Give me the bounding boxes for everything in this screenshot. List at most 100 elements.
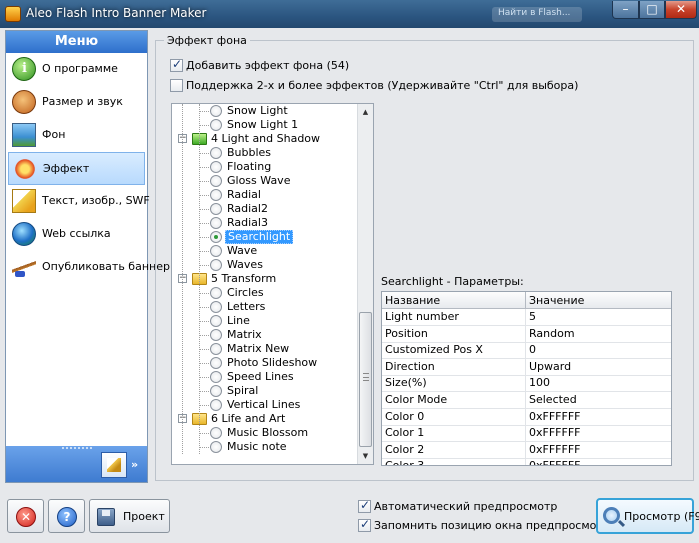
- effect-radio[interactable]: [210, 315, 222, 327]
- sidebar-item-2[interactable]: Размер и звук: [8, 86, 145, 119]
- effect-radio[interactable]: [210, 217, 222, 229]
- effect-tree[interactable]: Snow Light Snow Light 1−4 Light and Shado…: [171, 103, 374, 465]
- table-row[interactable]: Light number 5: [382, 309, 671, 326]
- tree-item-label: Line: [227, 314, 250, 327]
- param-value[interactable]: 0xFFFFFF: [526, 442, 671, 458]
- effect-radio[interactable]: [210, 175, 222, 187]
- table-row[interactable]: Direction Upward: [382, 358, 671, 376]
- multi-effect-checkbox-row[interactable]: Поддержка 2-х и более эффектов (Удержива…: [170, 79, 578, 95]
- param-value[interactable]: Selected: [526, 392, 671, 408]
- effect-radio[interactable]: [210, 399, 222, 411]
- multi-effect-checkbox[interactable]: [170, 79, 183, 92]
- param-value[interactable]: Random: [526, 326, 671, 342]
- effect-radio[interactable]: [210, 441, 222, 453]
- sidebar-item-6[interactable]: Web ссылка: [8, 218, 145, 251]
- tree-connector: [199, 125, 209, 126]
- effect-radio[interactable]: [210, 259, 222, 271]
- tree-connector: [199, 195, 209, 196]
- sidebar-item-1[interactable]: О программе: [8, 53, 145, 86]
- project-button[interactable]: Проект: [89, 499, 170, 533]
- effect-radio[interactable]: [210, 245, 222, 257]
- tree-item-label: Snow Light 1: [227, 118, 299, 131]
- chevron-right-icon[interactable]: »: [131, 458, 138, 471]
- effect-radio[interactable]: [210, 343, 222, 355]
- maximize-button[interactable]: □: [639, 1, 665, 19]
- column-header-value[interactable]: Значение: [526, 292, 671, 309]
- sidebar-tool-button[interactable]: [101, 452, 127, 478]
- effect-radio[interactable]: [210, 301, 222, 313]
- add-effect-checkbox[interactable]: [170, 57, 183, 72]
- tree-item-label: Floating: [227, 160, 272, 173]
- group-title: Эффект фона: [164, 34, 250, 47]
- exit-button[interactable]: ✕: [7, 499, 44, 533]
- effect-radio[interactable]: [210, 189, 222, 201]
- effect-radio[interactable]: [210, 231, 222, 243]
- tree-scrollbar[interactable]: ▲ ▼: [357, 104, 373, 464]
- param-value[interactable]: Upward: [526, 359, 671, 375]
- tree-item-label: Searchlight: [225, 230, 294, 244]
- params-title: Searchlight - Параметры:: [381, 275, 524, 288]
- tree-connector: [199, 377, 209, 378]
- save-disk-icon: [97, 508, 115, 526]
- tree-item-label: Radial2: [227, 202, 268, 215]
- tree-item-label: Radial: [227, 188, 261, 201]
- project-button-label: Проект: [123, 510, 165, 523]
- effect-radio[interactable]: [210, 427, 222, 439]
- param-value[interactable]: 0xFFFFFF: [526, 409, 671, 425]
- sidebar-grip[interactable]: [62, 447, 92, 450]
- effect-radio[interactable]: [210, 147, 222, 159]
- tree-item-label: Wave: [227, 244, 258, 257]
- table-row[interactable]: Color Mode Selected: [382, 392, 671, 409]
- sidebar-menu: Меню О программе Размер и звук Фон Эффект Те…: [5, 30, 170, 483]
- scroll-down-arrow[interactable]: ▼: [358, 448, 373, 464]
- sidebar-item-4[interactable]: Эффект: [8, 152, 145, 185]
- param-value[interactable]: 5: [526, 309, 671, 325]
- minimize-button[interactable]: –: [612, 1, 639, 19]
- effect-radio[interactable]: [210, 329, 222, 341]
- sidebar-item-label: Размер и звук: [42, 95, 123, 108]
- sidebar-item-5[interactable]: Текст, изобр., SWF: [8, 185, 150, 218]
- param-value[interactable]: 0xFFFFFF: [526, 458, 671, 465]
- table-row[interactable]: Position Random: [382, 325, 671, 343]
- remember-pos-checkbox[interactable]: [358, 517, 371, 532]
- preview-button[interactable]: Просмотр (F9): [596, 498, 699, 534]
- effect-radio[interactable]: [210, 203, 222, 215]
- effect-radio[interactable]: [210, 161, 222, 173]
- table-row[interactable]: Color 1 0xFFFFFF: [382, 425, 671, 443]
- tree-item-label: Circles: [227, 286, 264, 299]
- table-row[interactable]: Color 2 0xFFFFFF: [382, 441, 671, 459]
- param-value[interactable]: 0xFFFFFF: [526, 425, 671, 441]
- sidebar-item-label: Фон: [42, 128, 66, 141]
- effect-radio[interactable]: [210, 385, 222, 397]
- params-grid[interactable]: Название Значение Light number 5 Position R…: [381, 291, 672, 466]
- param-value[interactable]: 0: [526, 342, 671, 358]
- tree-item-label: Vertical Lines: [227, 398, 301, 411]
- app-icon: [5, 6, 21, 22]
- effect-radio[interactable]: [210, 105, 222, 117]
- tree-connector: [199, 223, 209, 224]
- table-row[interactable]: Customized Pos X0: [382, 342, 671, 360]
- help-button[interactable]: ?: [48, 499, 85, 533]
- effect-radio[interactable]: [210, 287, 222, 299]
- column-header-name[interactable]: Название: [382, 292, 526, 309]
- tree-item-label: Photo Slideshow: [227, 356, 318, 369]
- sidebar-item-7[interactable]: Опубликовать баннер: [8, 251, 170, 284]
- effect-radio[interactable]: [210, 119, 222, 131]
- tree-item-label: Gloss Wave: [227, 174, 291, 187]
- remember-pos-row[interactable]: Запомнить позицию окна предпросмотра: [358, 517, 617, 532]
- auto-preview-row[interactable]: Автоматический предпросмотр: [358, 498, 557, 513]
- table-row[interactable]: Color 3 0xFFFFFF: [382, 458, 671, 465]
- param-value[interactable]: 100: [526, 375, 671, 391]
- table-row[interactable]: Color 0 0xFFFFFF: [382, 408, 671, 426]
- scroll-thumb[interactable]: [359, 312, 372, 447]
- param-name: Color 3: [382, 458, 526, 465]
- add-effect-checkbox-row[interactable]: Добавить эффект фона (54): [170, 57, 349, 75]
- effect-radio[interactable]: [210, 371, 222, 383]
- close-window-button[interactable]: ✕: [665, 1, 697, 19]
- table-row[interactable]: Size(%) 100: [382, 375, 671, 393]
- sidebar-item-3[interactable]: Фон: [8, 119, 145, 152]
- effect-radio[interactable]: [210, 357, 222, 369]
- scroll-up-arrow[interactable]: ▲: [358, 104, 373, 120]
- auto-preview-checkbox[interactable]: [358, 498, 371, 513]
- multi-effect-label: Поддержка 2-х и более эффектов (Удержива…: [186, 79, 579, 92]
